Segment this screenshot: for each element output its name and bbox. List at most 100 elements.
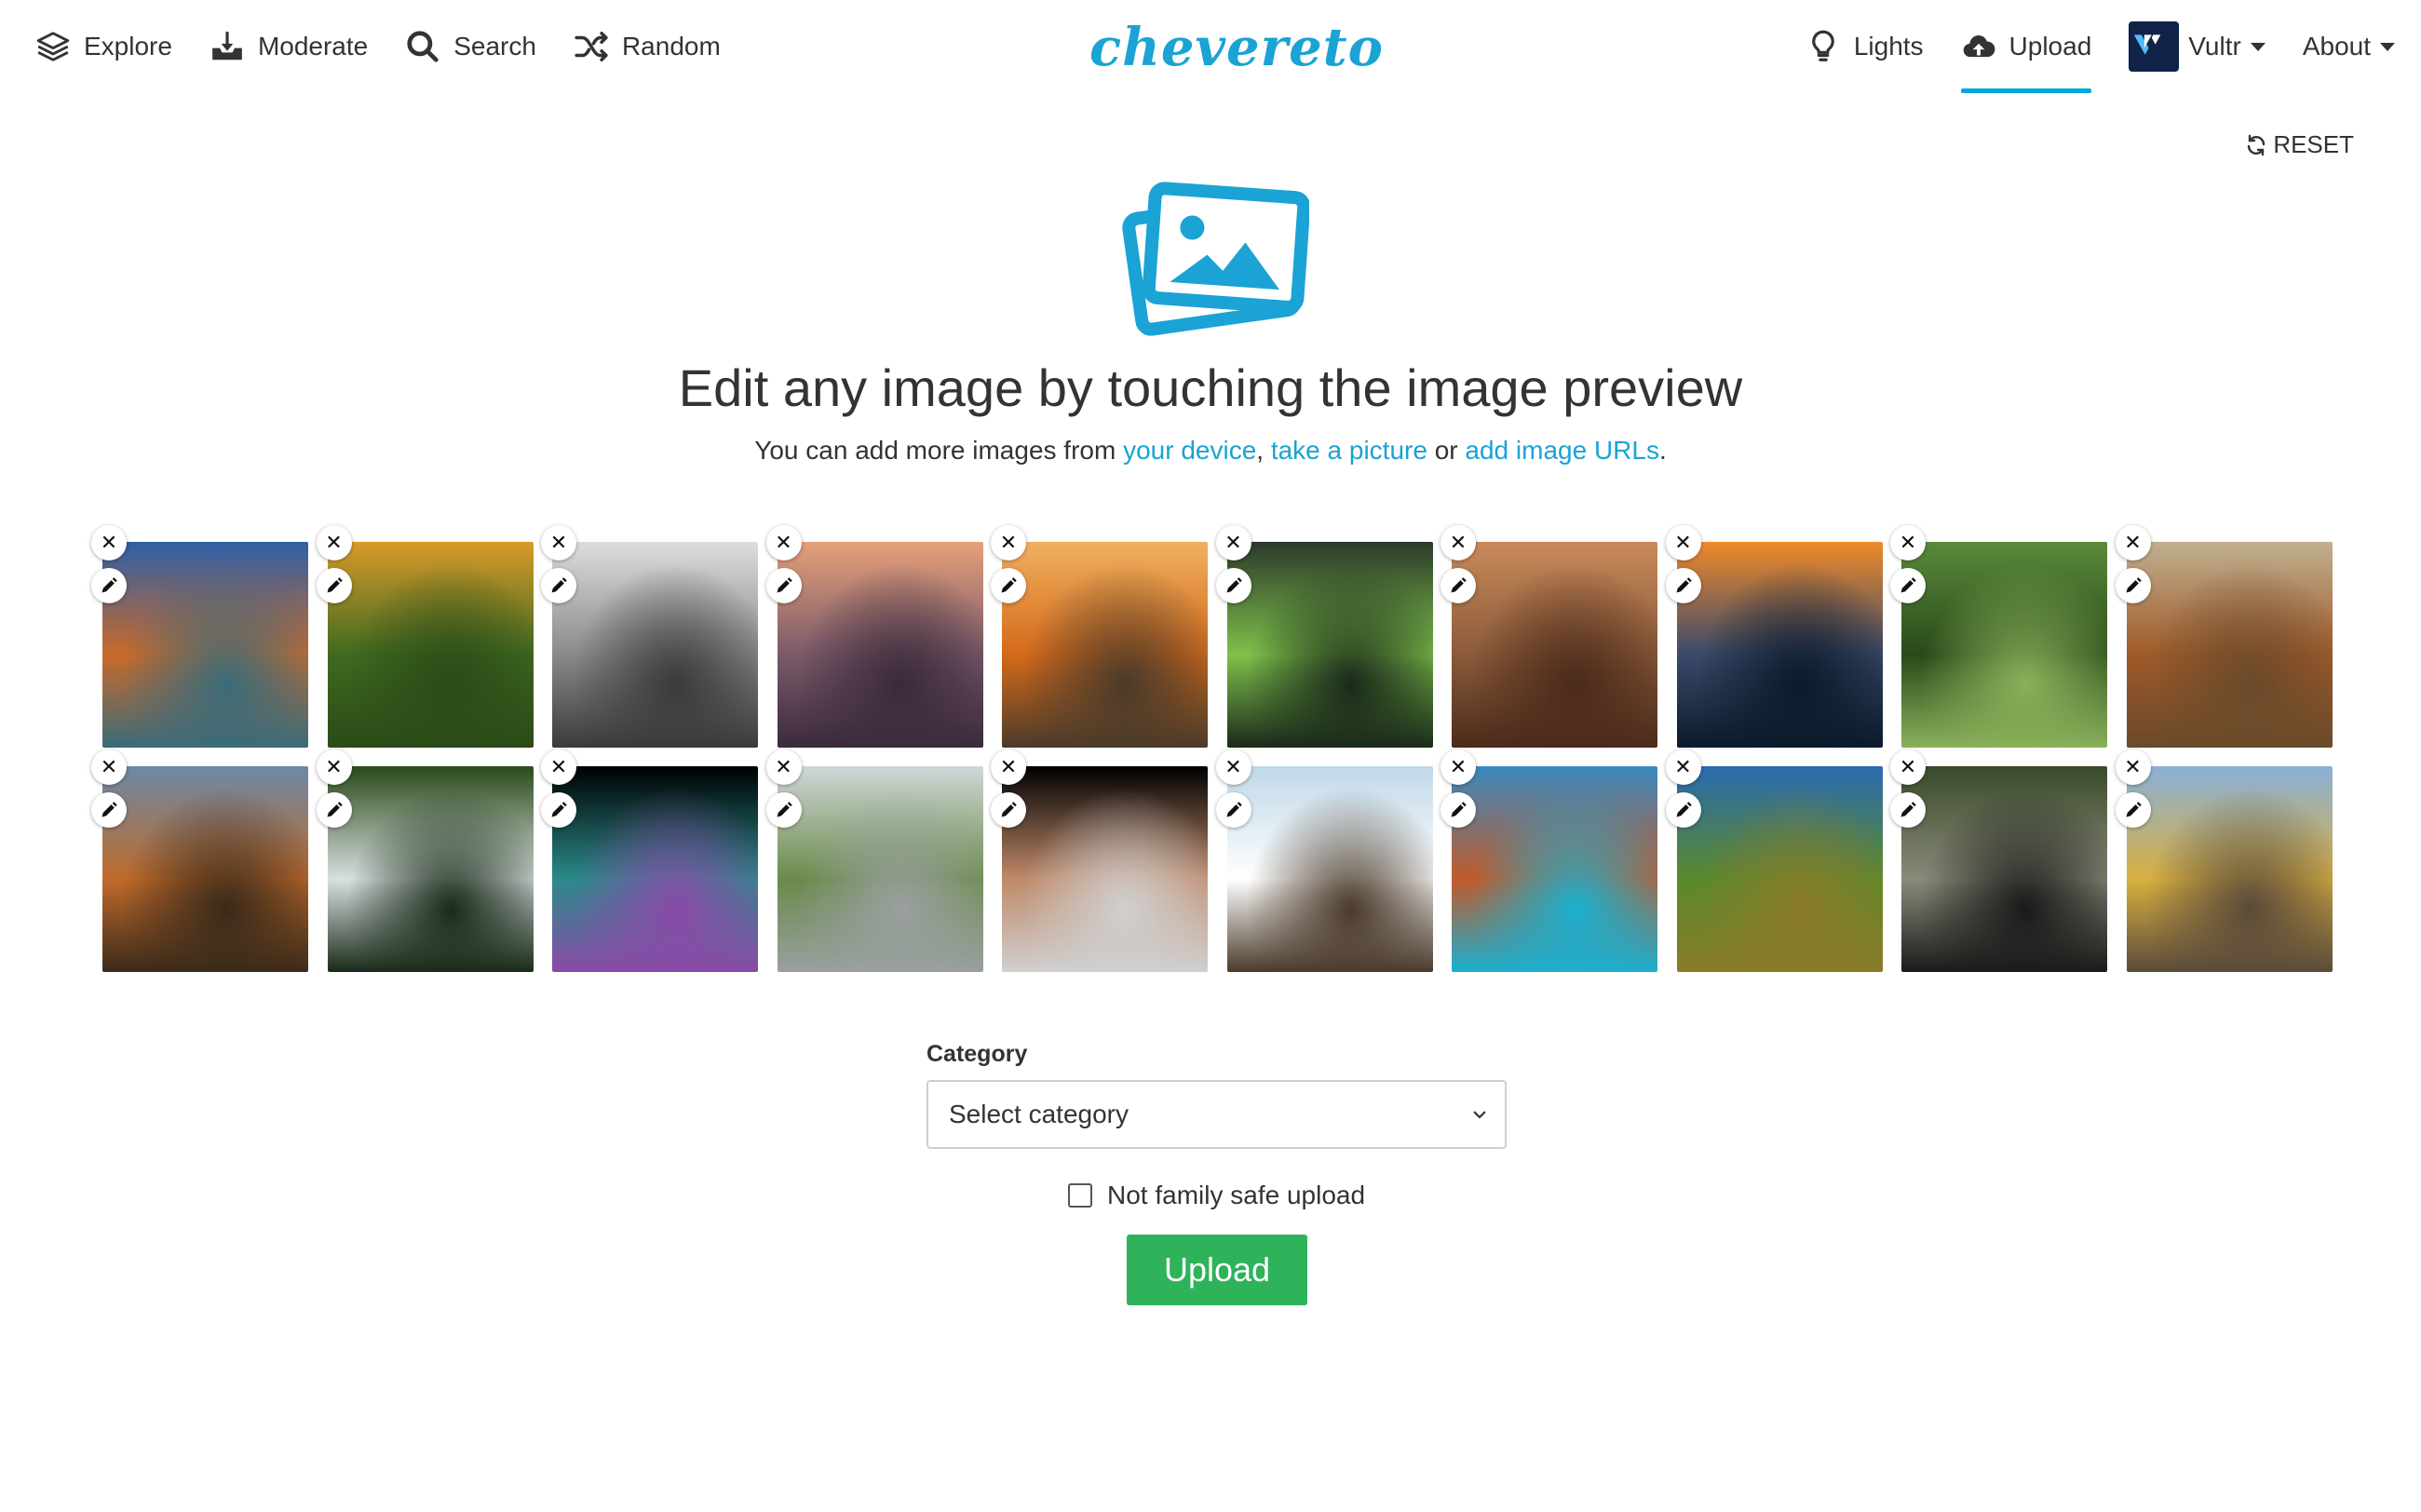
- image-thumbnail[interactable]: ✕: [316, 749, 534, 972]
- edit-image-button[interactable]: [1665, 792, 1701, 828]
- image-preview[interactable]: [1226, 766, 1433, 972]
- edit-image-button[interactable]: [1890, 568, 1926, 603]
- edit-image-button[interactable]: [316, 792, 352, 828]
- image-preview[interactable]: [327, 542, 534, 748]
- image-thumbnail[interactable]: ✕: [1215, 749, 1433, 972]
- add-image-urls-link[interactable]: add image URLs: [1465, 436, 1659, 465]
- edit-image-button[interactable]: [1440, 792, 1476, 828]
- edit-image-button[interactable]: [541, 568, 576, 603]
- remove-image-button[interactable]: ✕: [1215, 525, 1251, 560]
- edit-image-button[interactable]: [991, 792, 1026, 828]
- edit-image-button[interactable]: [2115, 568, 2151, 603]
- image-thumbnail[interactable]: ✕: [1890, 525, 2107, 748]
- remove-image-button[interactable]: ✕: [2115, 749, 2151, 785]
- image-preview[interactable]: [777, 542, 983, 748]
- image-preview[interactable]: [1226, 542, 1433, 748]
- edit-image-button[interactable]: [541, 792, 576, 828]
- nav-lights[interactable]: Lights: [1787, 0, 1942, 93]
- image-preview[interactable]: [1676, 766, 1883, 972]
- remove-image-button[interactable]: ✕: [1440, 525, 1476, 560]
- upload-button[interactable]: Upload: [1127, 1235, 1307, 1305]
- image-preview[interactable]: [2126, 766, 2333, 972]
- layers-icon: [36, 32, 70, 61]
- edit-image-button[interactable]: [2115, 792, 2151, 828]
- edit-image-button[interactable]: [991, 568, 1026, 603]
- image-preview[interactable]: [1002, 542, 1208, 748]
- edit-image-button[interactable]: [316, 568, 352, 603]
- image-preview[interactable]: [102, 766, 308, 972]
- edit-image-button[interactable]: [1890, 792, 1926, 828]
- image-preview[interactable]: [1452, 542, 1657, 748]
- image-preview[interactable]: [1901, 542, 2107, 748]
- image-thumbnail[interactable]: ✕: [765, 749, 983, 972]
- image-thumbnail[interactable]: ✕: [541, 525, 758, 748]
- nsfw-checkbox[interactable]: [1068, 1183, 1092, 1208]
- image-preview[interactable]: [552, 766, 758, 972]
- image-preview[interactable]: [777, 766, 983, 972]
- remove-image-button[interactable]: ✕: [91, 749, 127, 785]
- edit-image-button[interactable]: [765, 568, 802, 603]
- edit-image-button[interactable]: [1665, 568, 1701, 603]
- image-preview[interactable]: [102, 542, 308, 748]
- image-thumbnail[interactable]: ✕: [91, 749, 308, 972]
- image-thumbnail[interactable]: ✕: [316, 525, 534, 748]
- remove-image-button[interactable]: ✕: [991, 525, 1026, 560]
- remove-image-button[interactable]: ✕: [765, 525, 802, 560]
- nav-upload[interactable]: Upload: [1942, 0, 2111, 93]
- nav-random[interactable]: Random: [555, 0, 739, 93]
- image-preview[interactable]: [2126, 542, 2333, 748]
- image-thumbnail[interactable]: ✕: [91, 525, 308, 748]
- edit-image-button[interactable]: [1215, 792, 1251, 828]
- remove-image-button[interactable]: ✕: [91, 525, 127, 560]
- edit-image-button[interactable]: [91, 568, 127, 603]
- reset-button[interactable]: RESET: [2245, 130, 2354, 159]
- edit-image-button[interactable]: [1215, 568, 1251, 603]
- remove-image-button[interactable]: ✕: [1440, 749, 1476, 785]
- category-select[interactable]: Select category: [926, 1080, 1507, 1149]
- edit-image-button[interactable]: [765, 792, 802, 828]
- edit-image-button[interactable]: [1440, 568, 1476, 603]
- image-thumbnail[interactable]: ✕: [1665, 525, 1883, 748]
- nav-search[interactable]: Search: [386, 0, 555, 93]
- remove-image-button[interactable]: ✕: [1665, 749, 1701, 785]
- edit-image-button[interactable]: [91, 792, 127, 828]
- image-thumbnail[interactable]: ✕: [1440, 749, 1657, 972]
- nav-about[interactable]: About: [2284, 0, 2414, 93]
- close-icon: ✕: [325, 531, 343, 554]
- image-thumbnail[interactable]: ✕: [991, 525, 1208, 748]
- remove-image-button[interactable]: ✕: [541, 749, 576, 785]
- image-thumbnail[interactable]: ✕: [1440, 525, 1657, 748]
- image-preview[interactable]: [1002, 766, 1208, 972]
- image-thumbnail[interactable]: ✕: [1890, 749, 2107, 972]
- image-preview[interactable]: [1452, 766, 1657, 972]
- image-preview[interactable]: [1676, 542, 1883, 748]
- remove-image-button[interactable]: ✕: [991, 749, 1026, 785]
- nav-vultr[interactable]: Vultr: [2110, 0, 2284, 93]
- remove-image-button[interactable]: ✕: [1890, 749, 1926, 785]
- image-preview[interactable]: [327, 766, 534, 972]
- nav-moderate[interactable]: Moderate: [191, 0, 386, 93]
- image-preview[interactable]: [552, 542, 758, 748]
- remove-image-button[interactable]: ✕: [765, 749, 802, 785]
- image-thumbnail[interactable]: ✕: [541, 749, 758, 972]
- remove-image-button[interactable]: ✕: [316, 749, 352, 785]
- image-thumbnail[interactable]: ✕: [2115, 525, 2333, 748]
- image-thumbnail[interactable]: ✕: [991, 749, 1208, 972]
- image-thumbnail[interactable]: ✕: [1665, 749, 1883, 972]
- remove-image-button[interactable]: ✕: [316, 525, 352, 560]
- remove-image-button[interactable]: ✕: [1665, 525, 1701, 560]
- nav-explore[interactable]: Explore: [17, 0, 191, 93]
- take-picture-link[interactable]: take a picture: [1271, 436, 1427, 465]
- remove-image-button[interactable]: ✕: [541, 525, 576, 560]
- image-thumbnail[interactable]: ✕: [765, 525, 983, 748]
- image-preview[interactable]: [1901, 766, 2107, 972]
- remove-image-button[interactable]: ✕: [1215, 749, 1251, 785]
- image-thumbnail[interactable]: ✕: [1215, 525, 1433, 748]
- subline-suffix: .: [1658, 436, 1667, 465]
- add-from-device-link[interactable]: your device: [1123, 436, 1256, 465]
- remove-image-button[interactable]: ✕: [2115, 525, 2151, 560]
- close-icon: ✕: [1224, 755, 1242, 778]
- image-thumbnail[interactable]: ✕: [2115, 749, 2333, 972]
- remove-image-button[interactable]: ✕: [1890, 525, 1926, 560]
- site-logo[interactable]: chevereto: [1089, 17, 1384, 78]
